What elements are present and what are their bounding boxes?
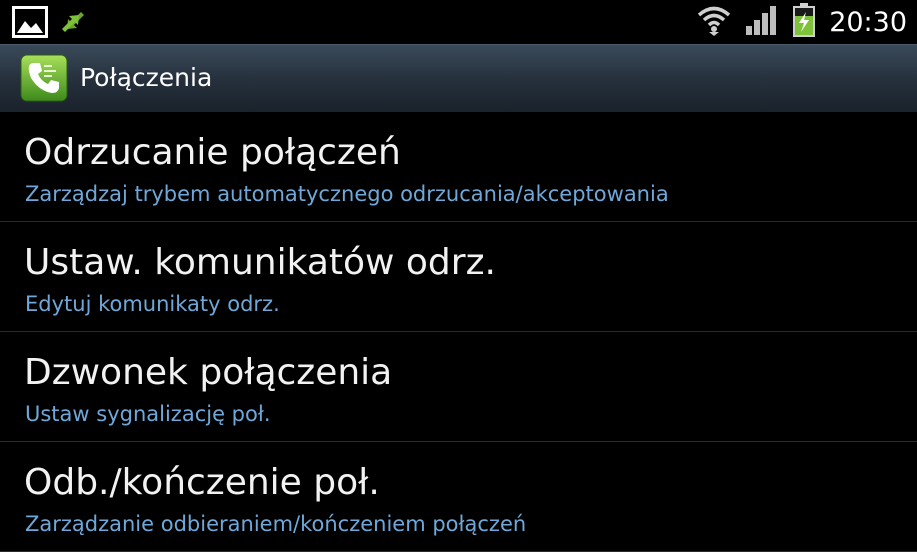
settings-item-title: Dzwonek połączenia [24,352,393,393]
settings-item-call-ringtone[interactable]: Dzwonek połączenia Ustaw sygnalizację po… [0,332,917,442]
settings-item-subtitle: Ustaw sygnalizację poł. [25,402,271,426]
status-time: 20:30 [829,6,907,38]
settings-item-answer-end-calls[interactable]: Odb./kończenie poł. Zarządzanie odbieran… [0,442,917,552]
settings-item-subtitle: Zarządzanie odbieraniem/kończeniem połąc… [25,512,527,536]
page-title: Połączenia [80,63,213,92]
settings-item-reject-messages[interactable]: Ustaw. komunikatów odrz. Edytuj komunika… [0,222,917,332]
settings-list: Odrzucanie połączeń Zarządzaj trybem aut… [0,112,917,552]
settings-item-title: Odrzucanie połączeń [24,132,401,173]
battery-charging-icon [793,3,816,41]
settings-item-subtitle: Edytuj komunikaty odrz. [25,292,280,316]
action-bar: Połączenia [0,44,917,112]
signal-icon [745,4,779,40]
phone-icon[interactable] [20,54,68,102]
status-bar: 20:30 [0,0,917,44]
wifi-icon [697,4,731,40]
settings-item-call-rejection[interactable]: Odrzucanie połączeń Zarządzaj trybem aut… [0,112,917,222]
sync-arrows-icon [58,7,88,41]
status-right-icons: 20:30 [697,3,907,41]
gallery-notification-icon[interactable] [12,6,48,42]
status-left-icons [12,6,88,42]
settings-item-subtitle: Zarządzaj trybem automatycznego odrzucan… [25,182,669,206]
settings-item-title: Ustaw. komunikatów odrz. [24,242,496,283]
settings-item-title: Odb./kończenie poł. [24,462,380,503]
